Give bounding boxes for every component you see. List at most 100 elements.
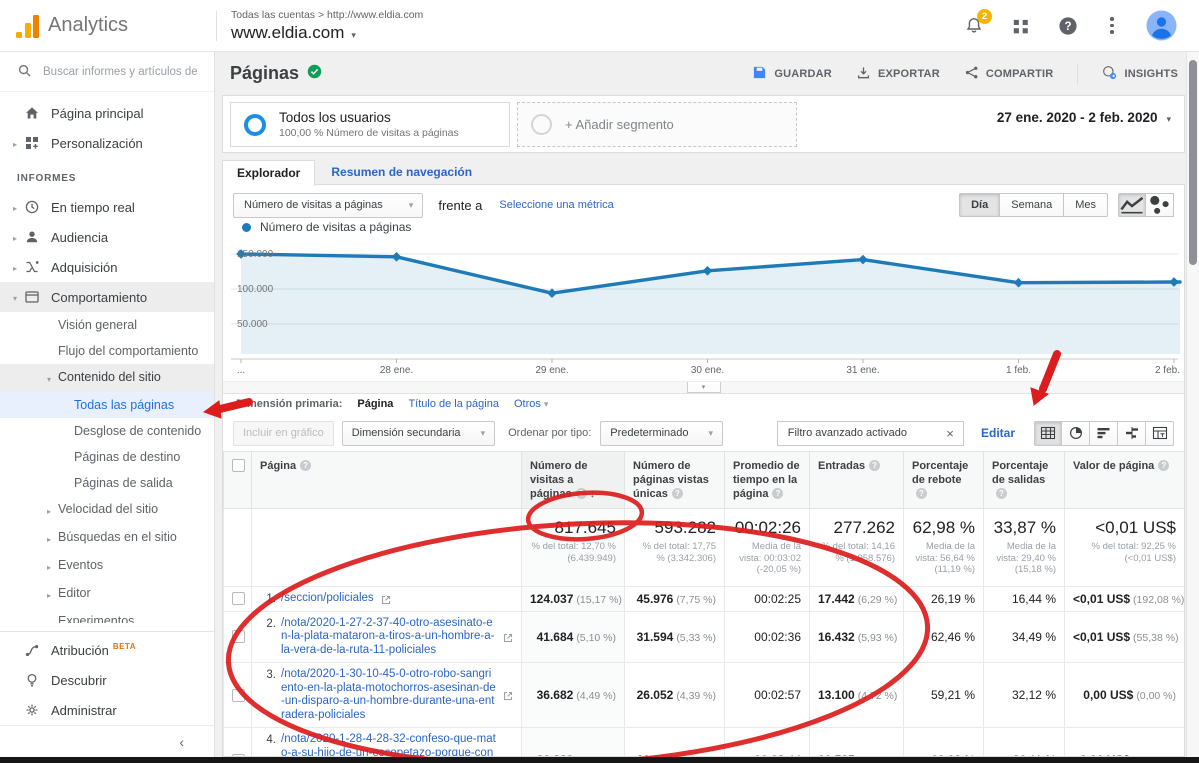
- column-header-pagina[interactable]: Página: [252, 452, 522, 509]
- sidebar-item-pagina-principal[interactable]: Página principal: [0, 98, 214, 128]
- dimension-otros[interactable]: Otros: [514, 398, 548, 410]
- insights-button[interactable]: INSIGHTS: [1102, 65, 1178, 83]
- chevron-right-icon[interactable]: ▸: [47, 529, 58, 547]
- column-header-numero-de-visitas-a-paginas[interactable]: Número de visitas a páginas: [522, 452, 625, 509]
- page-url-link[interactable]: /seccion/policiales: [281, 592, 374, 606]
- help-icon[interactable]: [869, 460, 880, 471]
- motion-chart-toggle-icon[interactable]: [1146, 193, 1174, 217]
- account-switcher[interactable]: Todas las cuentas > http://www.eldia.com…: [231, 9, 423, 43]
- sidebar-item-adquisicion[interactable]: ▸Adquisición: [0, 252, 214, 282]
- save-button[interactable]: GUARDAR: [752, 65, 832, 83]
- sidebar-item-audiencia[interactable]: ▸Audiencia: [0, 222, 214, 252]
- table-view-icon[interactable]: [1034, 421, 1062, 446]
- sidebar-item-editor[interactable]: ▸Editor: [0, 580, 214, 608]
- analytics-logo[interactable]: Analytics: [0, 14, 212, 38]
- row-checkbox[interactable]: [232, 689, 245, 702]
- open-page-external-icon[interactable]: [503, 690, 513, 700]
- vertical-scrollbar[interactable]: [1186, 52, 1199, 757]
- chevron-down-icon[interactable]: ▾: [13, 288, 24, 306]
- export-button[interactable]: EXPORTAR: [856, 65, 940, 83]
- row-checkbox[interactable]: [232, 592, 245, 605]
- sidebar-item-paginas-de-destino[interactable]: Páginas de destino: [0, 444, 214, 470]
- select-all-checkbox[interactable]: [232, 459, 245, 472]
- sidebar-item-todas-las-paginas[interactable]: Todas las páginas: [0, 392, 214, 418]
- pageviews-timeseries-chart[interactable]: 50.000100.000150.000...28 ene.29 ene.30 …: [223, 233, 1184, 383]
- pivot-view-icon[interactable]: [1146, 421, 1174, 446]
- sidebar-item-experimentos[interactable]: Experimentos: [0, 608, 214, 623]
- sidebar-item-personalizacion[interactable]: ▸Personalización: [0, 128, 214, 158]
- chevron-down-icon[interactable]: ▾: [47, 369, 58, 387]
- page-url-link[interactable]: /nota/2020-1-28-4-28-32-confeso-que-mato…: [281, 733, 496, 757]
- chevron-right-icon[interactable]: ▸: [13, 258, 24, 276]
- sidebar-item-desglose-de-contenido[interactable]: Desglose de contenido: [0, 418, 214, 444]
- chevron-right-icon[interactable]: ▸: [47, 501, 58, 519]
- sidebar-item-eventos[interactable]: ▸Eventos: [0, 552, 214, 580]
- chevron-right-icon[interactable]: ▸: [47, 585, 58, 603]
- tab-resumen-navegacion[interactable]: Resumen de navegación: [315, 160, 488, 185]
- column-header-numero-de-paginas-vistas-unicas[interactable]: Número de páginas vistas únicas: [625, 452, 725, 509]
- dimension-pagina[interactable]: Página: [357, 398, 393, 410]
- help-icon[interactable]: [1158, 460, 1169, 471]
- granularity-month-button[interactable]: Mes: [1064, 193, 1108, 217]
- select-metric-link[interactable]: Seleccione una métrica: [499, 199, 613, 211]
- sort-desc-icon[interactable]: [587, 488, 596, 500]
- row-checkbox[interactable]: [232, 630, 245, 643]
- comparison-view-icon[interactable]: [1118, 421, 1146, 446]
- sidebar-item-en-tiempo-real[interactable]: ▸En tiempo real: [0, 192, 214, 222]
- user-avatar[interactable]: [1146, 10, 1177, 41]
- share-button[interactable]: COMPARTIR: [964, 65, 1054, 83]
- segment-all-users[interactable]: Todos los usuarios 100,00 % Número de vi…: [230, 102, 510, 147]
- apps-grid-icon[interactable]: [1011, 16, 1031, 36]
- column-header-promedio-de-tiempo-en-la-pagina[interactable]: Promedio de tiempo en la página: [725, 452, 810, 509]
- performance-view-icon[interactable]: [1090, 421, 1118, 446]
- chevron-right-icon[interactable]: ▸: [13, 134, 24, 152]
- sidebar-item-descubrir[interactable]: Descubrir: [0, 665, 214, 695]
- column-header-porcentaje-de-salidas[interactable]: Porcentaje de salidas: [984, 452, 1065, 509]
- sidebar-item-administrar[interactable]: Administrar: [0, 695, 214, 725]
- chart-expand-tab[interactable]: [687, 382, 721, 393]
- chevron-right-icon[interactable]: ▸: [13, 228, 24, 246]
- column-header-valor-de-pagina[interactable]: Valor de página: [1065, 452, 1185, 509]
- overflow-menu-icon[interactable]: [1105, 17, 1119, 34]
- help-icon[interactable]: [916, 488, 927, 499]
- tab-explorador[interactable]: Explorador: [222, 160, 315, 186]
- sidebar-item-contenido-del-sitio[interactable]: ▾Contenido del sitio: [0, 364, 214, 392]
- sidebar-item-velocidad-del-sitio[interactable]: ▸Velocidad del sitio: [0, 496, 214, 524]
- notifications-bell-icon[interactable]: 2: [964, 16, 984, 36]
- percentage-view-icon[interactable]: [1062, 421, 1090, 446]
- search-input[interactable]: Buscar informes y artículos de: [0, 52, 214, 92]
- sidebar-collapse-button[interactable]: ‹: [0, 725, 214, 757]
- date-range-picker[interactable]: 27 ene. 2020 - 2 feb. 2020: [997, 110, 1171, 125]
- metric-selector-dropdown[interactable]: Número de visitas a páginas: [233, 193, 423, 218]
- sidebar-item-comportamiento[interactable]: ▾Comportamiento: [0, 282, 214, 312]
- help-icon[interactable]: ?: [1058, 16, 1078, 36]
- chevron-right-icon[interactable]: ▸: [47, 557, 58, 575]
- edit-filter-link[interactable]: Editar: [981, 426, 1015, 440]
- open-page-external-icon[interactable]: [503, 632, 513, 642]
- column-header-entradas[interactable]: Entradas: [810, 452, 904, 509]
- scrollbar-thumb[interactable]: [1189, 60, 1197, 265]
- page-url-link[interactable]: /nota/2020-1-30-10-45-0-otro-robo-sangri…: [281, 668, 496, 722]
- sort-type-dropdown[interactable]: Predeterminado: [600, 421, 723, 446]
- granularity-week-button[interactable]: Semana: [1000, 193, 1064, 217]
- sidebar-item-flujo-del-comportamiento[interactable]: Flujo del comportamiento: [0, 338, 214, 364]
- add-segment-button[interactable]: + Añadir segmento: [517, 102, 797, 147]
- plot-rows-button[interactable]: Incluir en gráfico: [233, 421, 334, 446]
- column-header-porcentaje-de-rebote[interactable]: Porcentaje de rebote: [904, 452, 984, 509]
- sidebar-item-paginas-de-salida[interactable]: Páginas de salida: [0, 470, 214, 496]
- clear-filter-icon[interactable]: [937, 422, 963, 445]
- open-page-external-icon[interactable]: [381, 594, 391, 604]
- secondary-dimension-dropdown[interactable]: Dimensión secundaria: [342, 421, 495, 446]
- line-chart-toggle-icon[interactable]: [1118, 193, 1146, 217]
- help-icon[interactable]: [300, 460, 311, 471]
- help-icon[interactable]: [672, 488, 683, 499]
- help-icon[interactable]: [576, 488, 587, 499]
- sidebar-item-atribucion[interactable]: AtribuciónBETA: [0, 635, 214, 665]
- sidebar-item-busquedas-en-el-sitio[interactable]: ▸Búsquedas en el sitio: [0, 524, 214, 552]
- chevron-right-icon[interactable]: ▸: [13, 198, 24, 216]
- page-url-link[interactable]: /nota/2020-1-27-2-37-40-otro-asesinato-e…: [281, 617, 496, 658]
- sidebar-item-vision-general[interactable]: Visión general: [0, 312, 214, 338]
- granularity-day-button[interactable]: Día: [959, 193, 1000, 217]
- help-icon[interactable]: [772, 488, 783, 499]
- help-icon[interactable]: [996, 488, 1007, 499]
